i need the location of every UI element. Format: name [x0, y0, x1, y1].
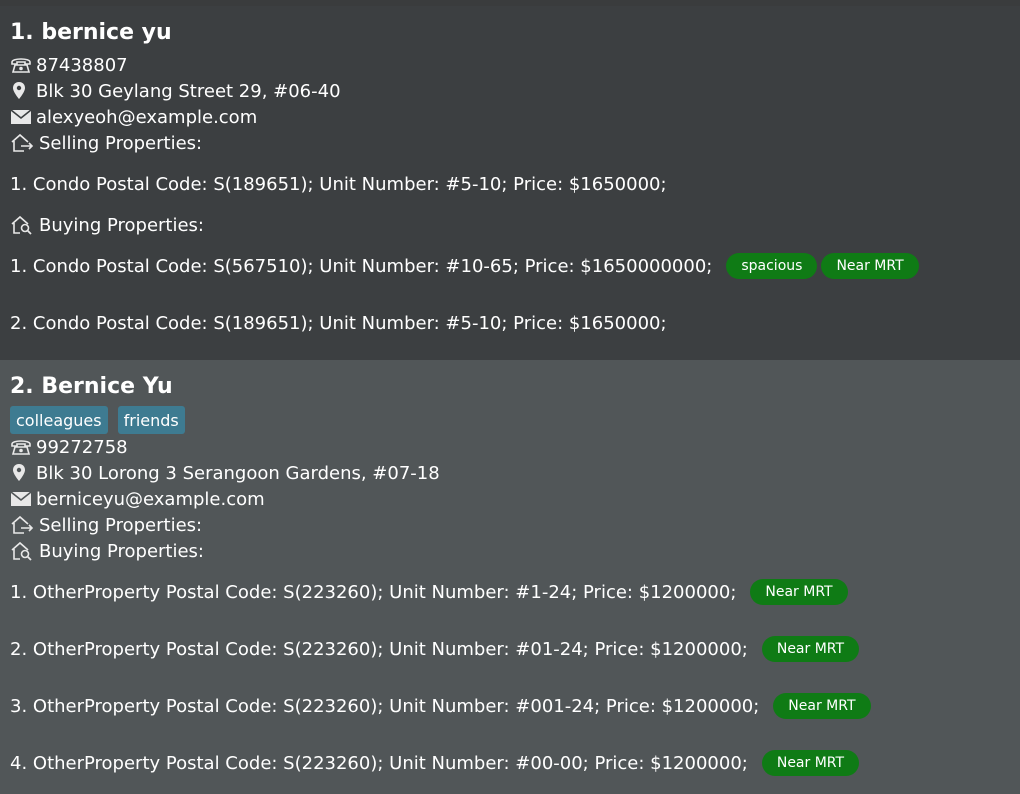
phone-icon	[10, 53, 34, 77]
property-tag: Near MRT	[750, 579, 848, 605]
buying-property-item: 1. OtherProperty Postal Code: S(223260);…	[10, 578, 852, 606]
property-text: 4. OtherProperty Postal Code: S(223260);…	[10, 752, 748, 774]
email-icon	[10, 105, 34, 129]
buying-property-item: 2. Condo Postal Code: S(189651); Unit Nu…	[10, 309, 681, 337]
property-text: 1. Condo Postal Code: S(567510); Unit Nu…	[10, 255, 713, 277]
buying-property-item: 4. OtherProperty Postal Code: S(223260);…	[10, 749, 863, 777]
person-card[interactable]: 1. bernice yu 87438807 Blk 30 Geylang St…	[0, 6, 1020, 360]
address-row: Blk 30 Geylang Street 29, #06-40	[10, 79, 341, 103]
phone-icon	[10, 435, 34, 459]
person-card[interactable]: 2. Bernice Yu colleagues friends 9927275…	[0, 360, 1020, 794]
buying-header-label: Buying Properties:	[39, 540, 204, 562]
property-tag: Near MRT	[773, 693, 871, 719]
person-tag: friends	[117, 406, 185, 434]
selling-header-label: Selling Properties:	[39, 514, 203, 536]
person-name: 2. Bernice Yu	[10, 374, 173, 399]
property-text: 1. Condo Postal Code: S(189651); Unit Nu…	[10, 173, 667, 195]
property-text: 3. OtherProperty Postal Code: S(223260);…	[10, 695, 760, 717]
house-search-icon	[10, 539, 34, 563]
person-name: 1. bernice yu	[10, 20, 172, 45]
email-row: alexyeoh@example.com	[10, 105, 257, 129]
selling-property-item: 1. Condo Postal Code: S(189651); Unit Nu…	[10, 170, 681, 198]
email-icon	[10, 487, 34, 511]
property-tag: Near MRT	[821, 253, 919, 279]
selling-header-label: Selling Properties:	[39, 132, 203, 154]
house-arrow-out-icon	[10, 513, 34, 537]
house-arrow-out-icon	[10, 131, 34, 155]
property-text: 2. Condo Postal Code: S(189651); Unit Nu…	[10, 312, 667, 334]
phone-row: 99272758	[10, 435, 128, 459]
address-row: Blk 30 Lorong 3 Serangoon Gardens, #07-1…	[10, 461, 440, 485]
buying-property-item: 2. OtherProperty Postal Code: S(223260);…	[10, 635, 863, 663]
property-tag: spacious	[726, 253, 818, 279]
location-pin-icon	[10, 461, 34, 485]
location-pin-icon	[10, 79, 34, 103]
buying-header: Buying Properties:	[10, 213, 204, 237]
person-tags: colleagues friends	[10, 406, 195, 434]
buying-property-item: 3. OtherProperty Postal Code: S(223260);…	[10, 692, 875, 720]
address: Blk 30 Lorong 3 Serangoon Gardens, #07-1…	[36, 462, 440, 484]
phone-number: 87438807	[36, 54, 128, 76]
selling-header: Selling Properties:	[10, 131, 202, 155]
selling-header: Selling Properties:	[10, 513, 202, 537]
property-text: 2. OtherProperty Postal Code: S(223260);…	[10, 638, 748, 660]
buying-header-label: Buying Properties:	[39, 214, 204, 236]
phone-number: 99272758	[36, 436, 128, 458]
buying-property-item: 1. Condo Postal Code: S(567510); Unit Nu…	[10, 252, 923, 280]
house-search-icon	[10, 213, 34, 237]
buying-header: Buying Properties:	[10, 539, 204, 563]
email: alexyeoh@example.com	[36, 106, 258, 128]
property-tag: Near MRT	[761, 636, 860, 662]
email: berniceyu@example.com	[36, 488, 265, 510]
property-tag: Near MRT	[761, 750, 860, 776]
address: Blk 30 Geylang Street 29, #06-40	[36, 80, 341, 102]
phone-row: 87438807	[10, 53, 128, 77]
property-text: 1. OtherProperty Postal Code: S(223260);…	[10, 581, 737, 603]
email-row: berniceyu@example.com	[10, 487, 265, 511]
person-tag: colleagues	[10, 406, 108, 434]
